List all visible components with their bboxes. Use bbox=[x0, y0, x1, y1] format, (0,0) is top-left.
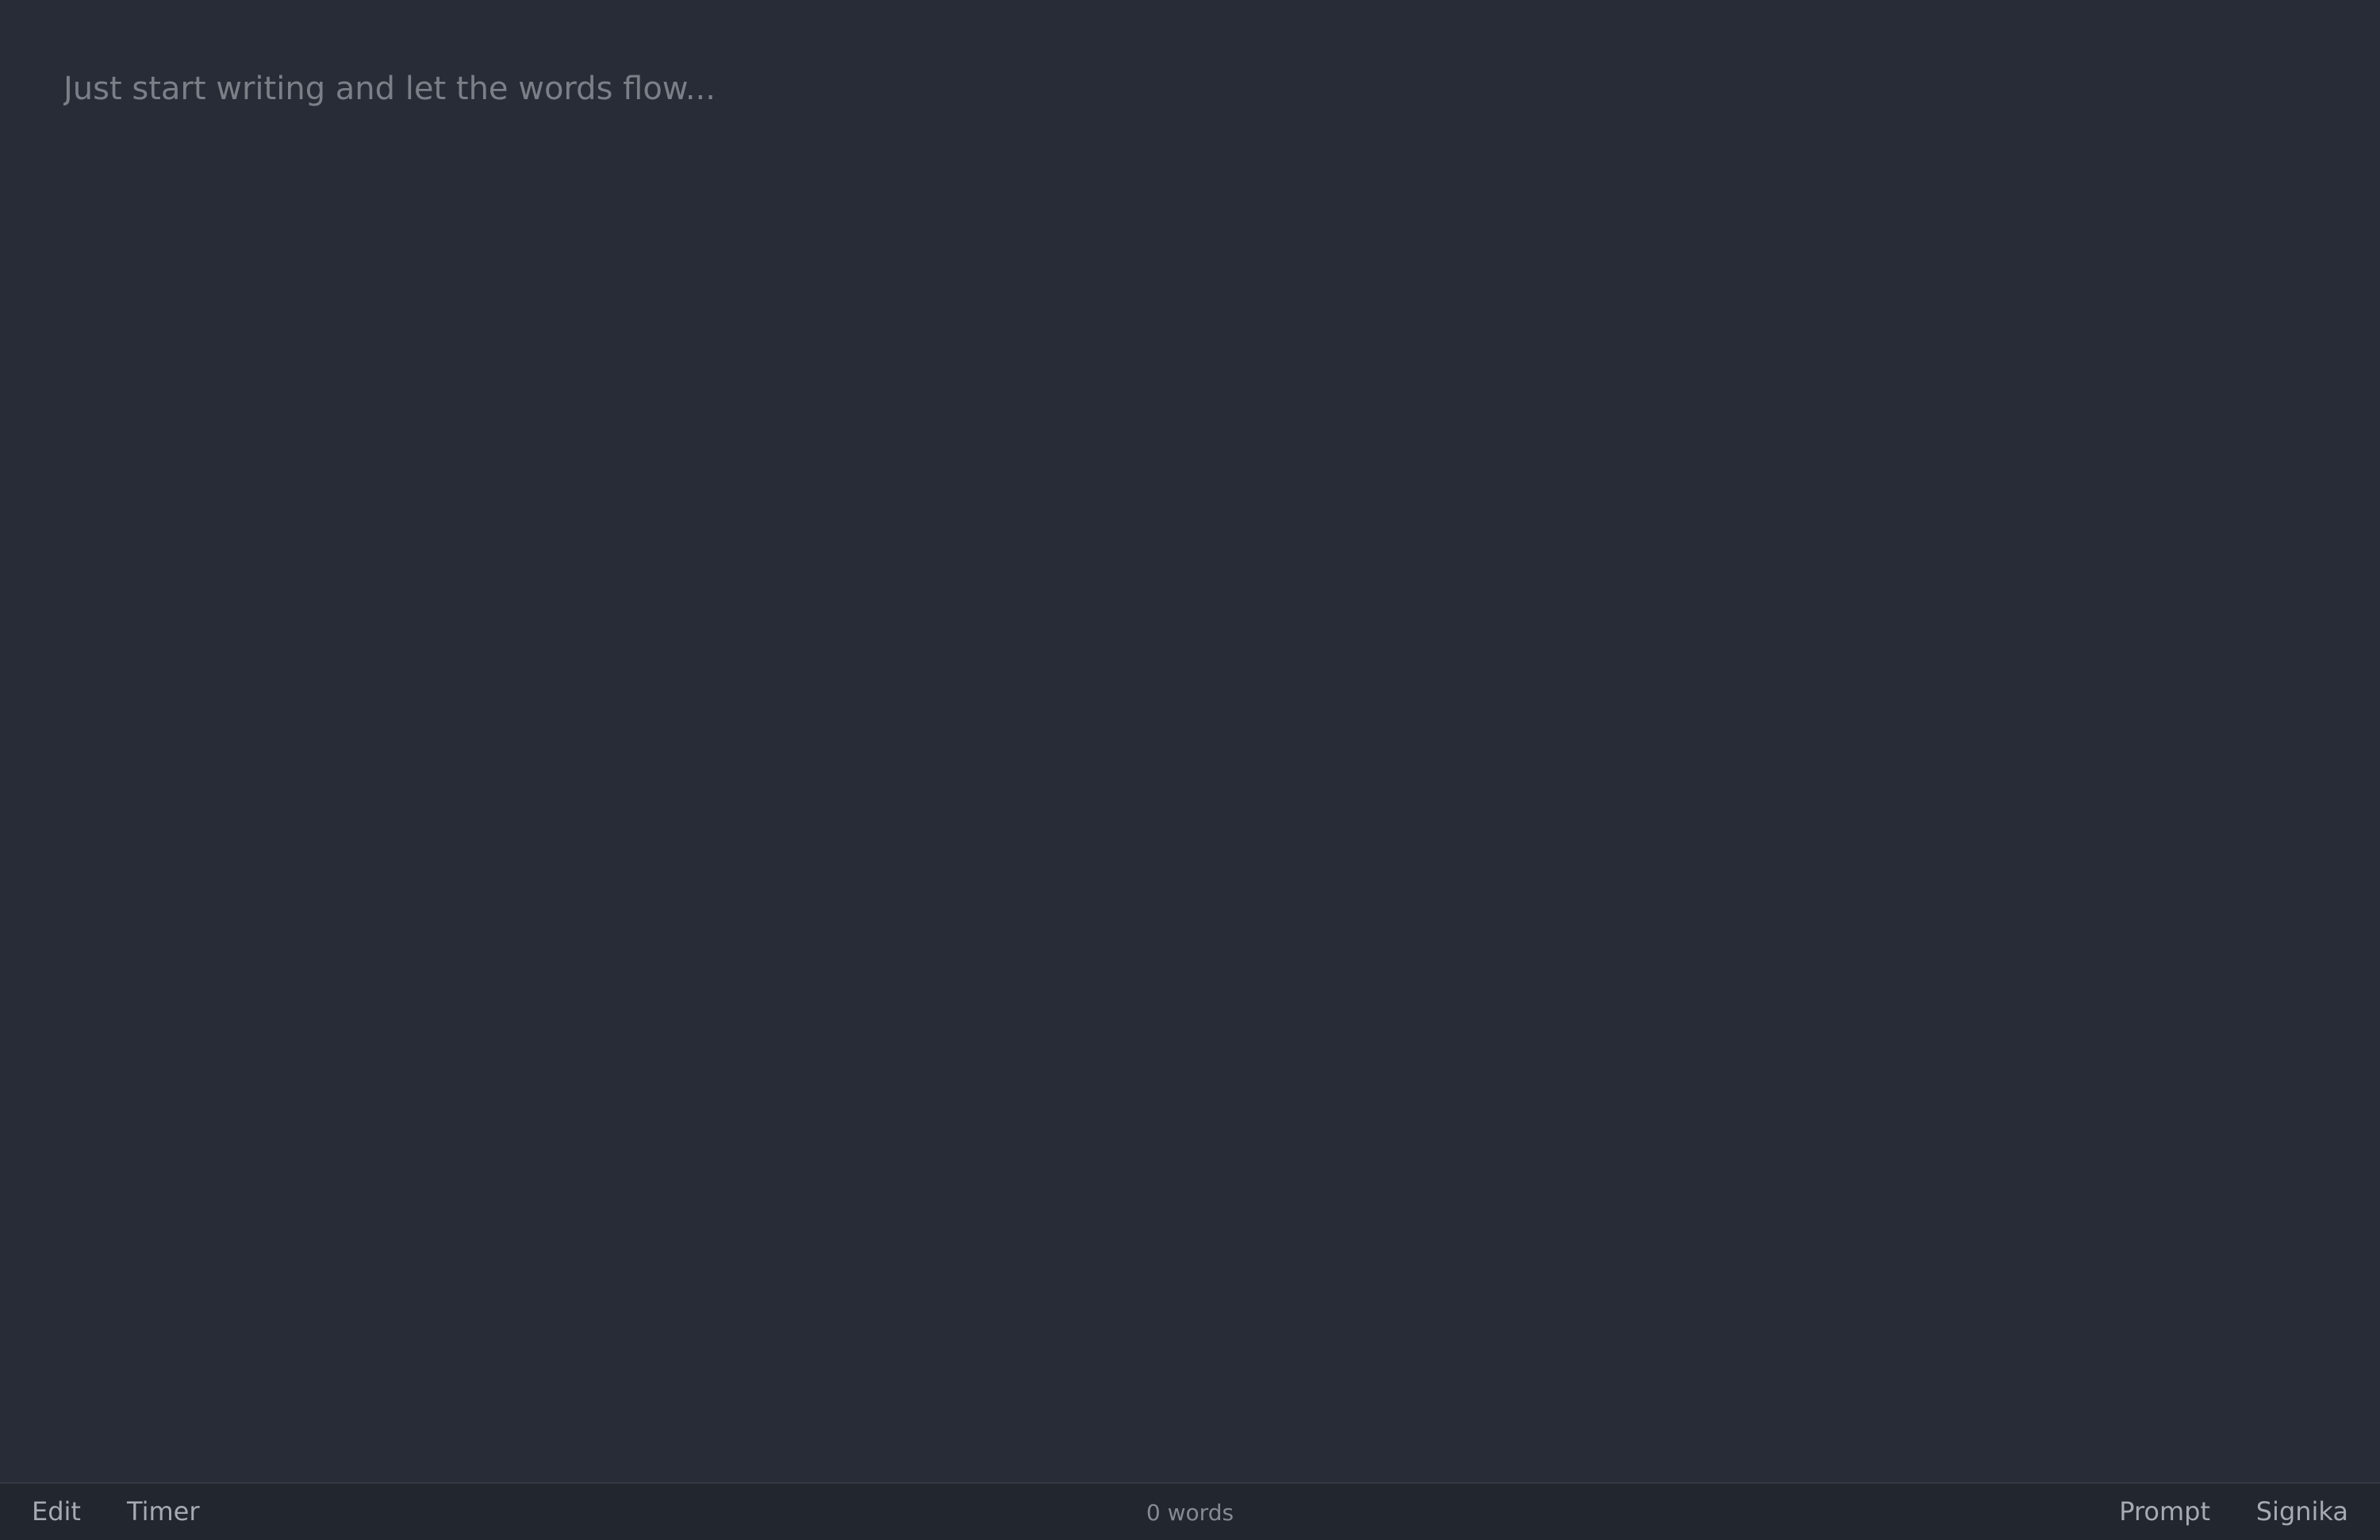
edit-button[interactable]: Edit bbox=[32, 1484, 81, 1540]
word-count-label: 0 words bbox=[1146, 1500, 1234, 1526]
writing-textarea[interactable] bbox=[63, 62, 2317, 1442]
font-selector-button[interactable]: Signika bbox=[2256, 1484, 2348, 1540]
prompt-button[interactable]: Prompt bbox=[2119, 1484, 2210, 1540]
bottom-toolbar: 0 words Edit Timer Prompt Signika bbox=[0, 1482, 2380, 1540]
editor-area bbox=[0, 0, 2380, 1482]
timer-button[interactable]: Timer bbox=[127, 1484, 199, 1540]
